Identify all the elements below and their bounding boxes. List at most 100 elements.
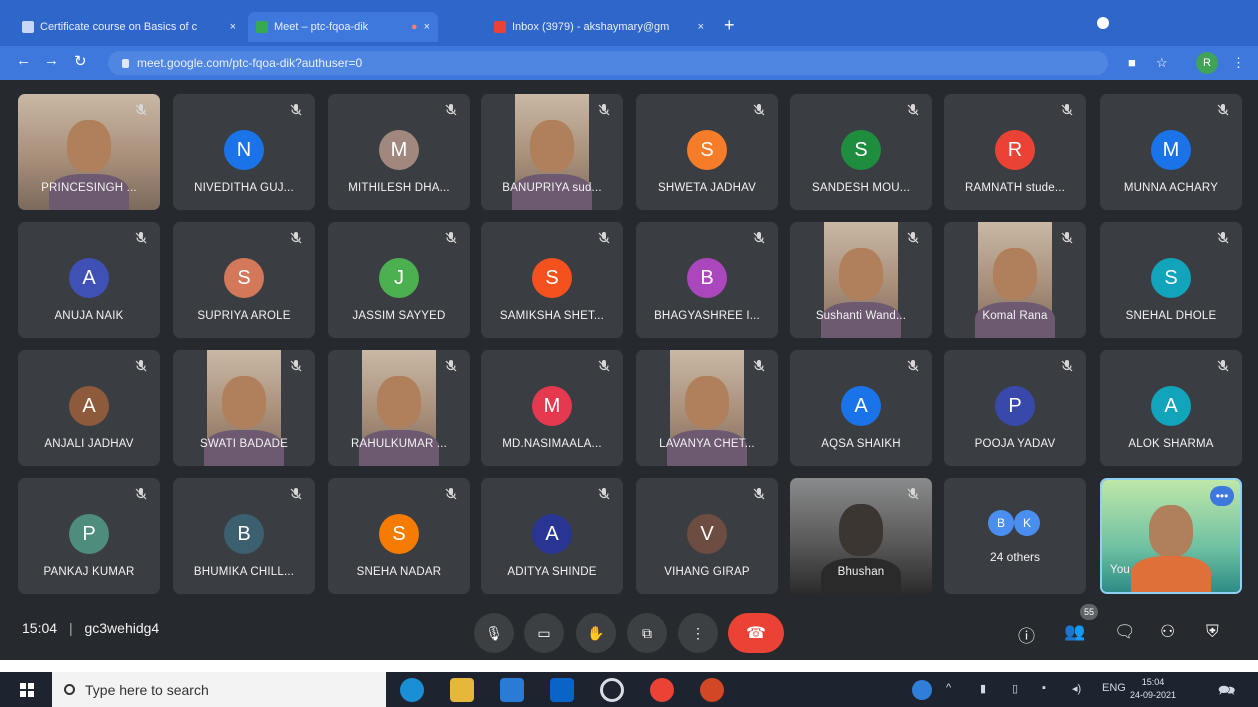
participant-name: PRINCESINGH ...	[41, 182, 137, 194]
mic-muted-icon	[597, 487, 611, 501]
back-arrow-icon[interactable]: ←	[16, 52, 31, 69]
close-tab-icon[interactable]: ×	[698, 21, 704, 33]
language-indicator[interactable]: ENG	[1102, 682, 1126, 694]
participant-tile[interactable]: PRINCESINGH ...	[18, 94, 160, 210]
participant-tile[interactable]: N NIVEDITHA GUJ...	[173, 94, 315, 210]
close-tab-icon[interactable]: ×	[424, 21, 430, 33]
participant-tile[interactable]: P PANKAJ KUMAR	[18, 478, 160, 594]
raise-hand-button[interactable]: ✋	[576, 613, 616, 653]
participant-tile[interactable]: M MITHILESH DHA...	[328, 94, 470, 210]
participant-tile[interactable]: SWATI BADADE	[173, 350, 315, 466]
mic-muted-icon	[444, 359, 458, 373]
participant-name: SAMIKSHA SHET...	[499, 310, 605, 322]
participant-tile[interactable]: S SNEHA NADAR	[328, 478, 470, 594]
tab-gmail[interactable]: Inbox (3979) - akshaymary@gm ×	[486, 12, 712, 42]
participant-tile[interactable]: Komal Rana	[944, 222, 1086, 338]
volume-icon[interactable]: ◂)	[1072, 682, 1081, 695]
participant-tile[interactable]: M MD.NASIMAALA...	[481, 350, 623, 466]
tab-course[interactable]: Certificate course on Basics of c ×	[14, 12, 244, 42]
profile-avatar[interactable]: R	[1196, 52, 1218, 74]
participant-tile[interactable]: A ANUJA NAIK	[18, 222, 160, 338]
tray-chevron-icon[interactable]: ^	[946, 682, 951, 694]
participant-tile[interactable]: BANUPRIYA sud...	[481, 94, 623, 210]
reload-icon[interactable]: ↻	[74, 52, 87, 70]
tile-more-options-button[interactable]: •••	[1210, 486, 1234, 506]
file-explorer-icon[interactable]	[450, 678, 474, 702]
participant-tile[interactable]: LAVANYA CHET...	[636, 350, 778, 466]
participant-tile[interactable]: S SAMIKSHA SHET...	[481, 222, 623, 338]
forward-arrow-icon[interactable]: →	[44, 52, 59, 69]
present-button[interactable]: ⧉	[627, 613, 667, 653]
tab-meet[interactable]: Meet – ptc-fqoa-dik ● ×	[248, 12, 438, 42]
participant-name: VIHANG GIRAP	[664, 566, 750, 578]
participant-avatar: J	[379, 258, 419, 298]
participant-tile[interactable]: A ALOK SHARMA	[1100, 350, 1242, 466]
participant-tile[interactable]: S SNEHAL DHOLE	[1100, 222, 1242, 338]
participant-tile[interactable]: V VIHANG GIRAP	[636, 478, 778, 594]
participant-tile[interactable]: A AQSA SHAIKH	[790, 350, 932, 466]
taskbar-clock[interactable]: 15:04 24-09-2021	[1130, 676, 1176, 702]
face-shape	[67, 119, 111, 172]
windows-start-icon[interactable]	[20, 683, 34, 697]
people-icon[interactable]: 👥	[1064, 622, 1085, 642]
participant-tile[interactable]: M MUNNA ACHARY	[1100, 94, 1242, 210]
microphone-button[interactable]: 🎙	[474, 613, 514, 653]
participant-name: ANJALI JADHAV	[44, 438, 134, 450]
usb-icon[interactable]: ▯	[1012, 682, 1018, 695]
participant-tile[interactable]: R RAMNATH stude...	[944, 94, 1086, 210]
mic-muted-icon	[1060, 359, 1074, 373]
participant-tile[interactable]: B BHAGYASHREE I...	[636, 222, 778, 338]
mail-icon[interactable]	[500, 678, 524, 702]
network-icon[interactable]: ▪	[1042, 682, 1046, 694]
mic-muted-icon	[906, 487, 920, 501]
participant-tile[interactable]: S SHWETA JADHAV	[636, 94, 778, 210]
participant-tile[interactable]: A ANJALI JADHAV	[18, 350, 160, 466]
others-tile[interactable]: B K 24 others	[944, 478, 1086, 594]
participant-tile[interactable]: P POOJA YADAV	[944, 350, 1086, 466]
mic-muted-icon	[134, 359, 148, 373]
meeting-controls-bar: 15:04 | gc3wehidg4 🎙 ▭ ✋ ⧉ ⋮ ☎ ⓘ 👥 55 🗨 …	[0, 600, 1258, 660]
self-tile[interactable]: ••• You	[1100, 478, 1242, 594]
participant-avatar: N	[224, 130, 264, 170]
participant-tile[interactable]: S SANDESH MOU...	[790, 94, 932, 210]
camera-indicator-icon[interactable]: ■	[1128, 55, 1136, 70]
bookmark-star-icon[interactable]: ☆	[1156, 55, 1168, 71]
activities-icon[interactable]: ⚇	[1160, 622, 1175, 642]
browser-menu-icon[interactable]: ⋮	[1232, 55, 1245, 71]
taskbar-search-box[interactable]: Type here to search	[52, 672, 386, 707]
chrome-icon[interactable]	[650, 678, 674, 702]
participant-tile[interactable]: A ADITYA SHINDE	[481, 478, 623, 594]
notifications-icon[interactable]: 🗪	[1218, 680, 1235, 704]
hand-icon: ✋	[587, 624, 605, 641]
participant-tile[interactable]: RAHULKUMAR ...	[328, 350, 470, 466]
app-circle-icon[interactable]	[600, 678, 624, 702]
close-tab-icon[interactable]: ×	[230, 21, 236, 33]
recording-dot-icon: ●	[410, 21, 418, 33]
participant-avatar: A	[841, 386, 881, 426]
participant-tile[interactable]: S SUPRIYA AROLE	[173, 222, 315, 338]
leave-call-button[interactable]: ☎	[728, 613, 784, 653]
participant-avatar: M	[1151, 130, 1191, 170]
new-tab-button[interactable]: +	[724, 15, 735, 36]
participant-tile[interactable]: Sushanti Wand...	[790, 222, 932, 338]
meeting-details-icon[interactable]: ⓘ	[1018, 622, 1035, 647]
mic-muted-icon	[752, 103, 766, 117]
participant-tile[interactable]: J JASSIM SAYYED	[328, 222, 470, 338]
participant-avatar: M	[532, 386, 572, 426]
powerpoint-icon[interactable]	[700, 678, 724, 702]
weather-icon[interactable]	[912, 680, 932, 700]
participant-avatar: V	[687, 514, 727, 554]
battery-icon[interactable]: ▮	[980, 682, 986, 695]
url-bar[interactable]: meet.google.com/ptc-fqoa-dik?authuser=0	[108, 51, 1108, 75]
mic-muted-icon	[1216, 359, 1230, 373]
chat-icon[interactable]: 🗨	[1114, 622, 1136, 642]
more-options-button[interactable]: ⋮	[678, 613, 718, 653]
camera-button[interactable]: ▭	[524, 613, 564, 653]
edge-browser-icon[interactable]	[400, 678, 424, 702]
participant-tile[interactable]: B BHUMIKA CHILL...	[173, 478, 315, 594]
participant-avatar: A	[1151, 386, 1191, 426]
participant-tile[interactable]: Bhushan	[790, 478, 932, 594]
microphone-icon: 🎙	[485, 624, 503, 641]
host-controls-shield-icon[interactable]: ⛨	[1206, 622, 1219, 642]
dropbox-icon[interactable]	[550, 678, 574, 702]
